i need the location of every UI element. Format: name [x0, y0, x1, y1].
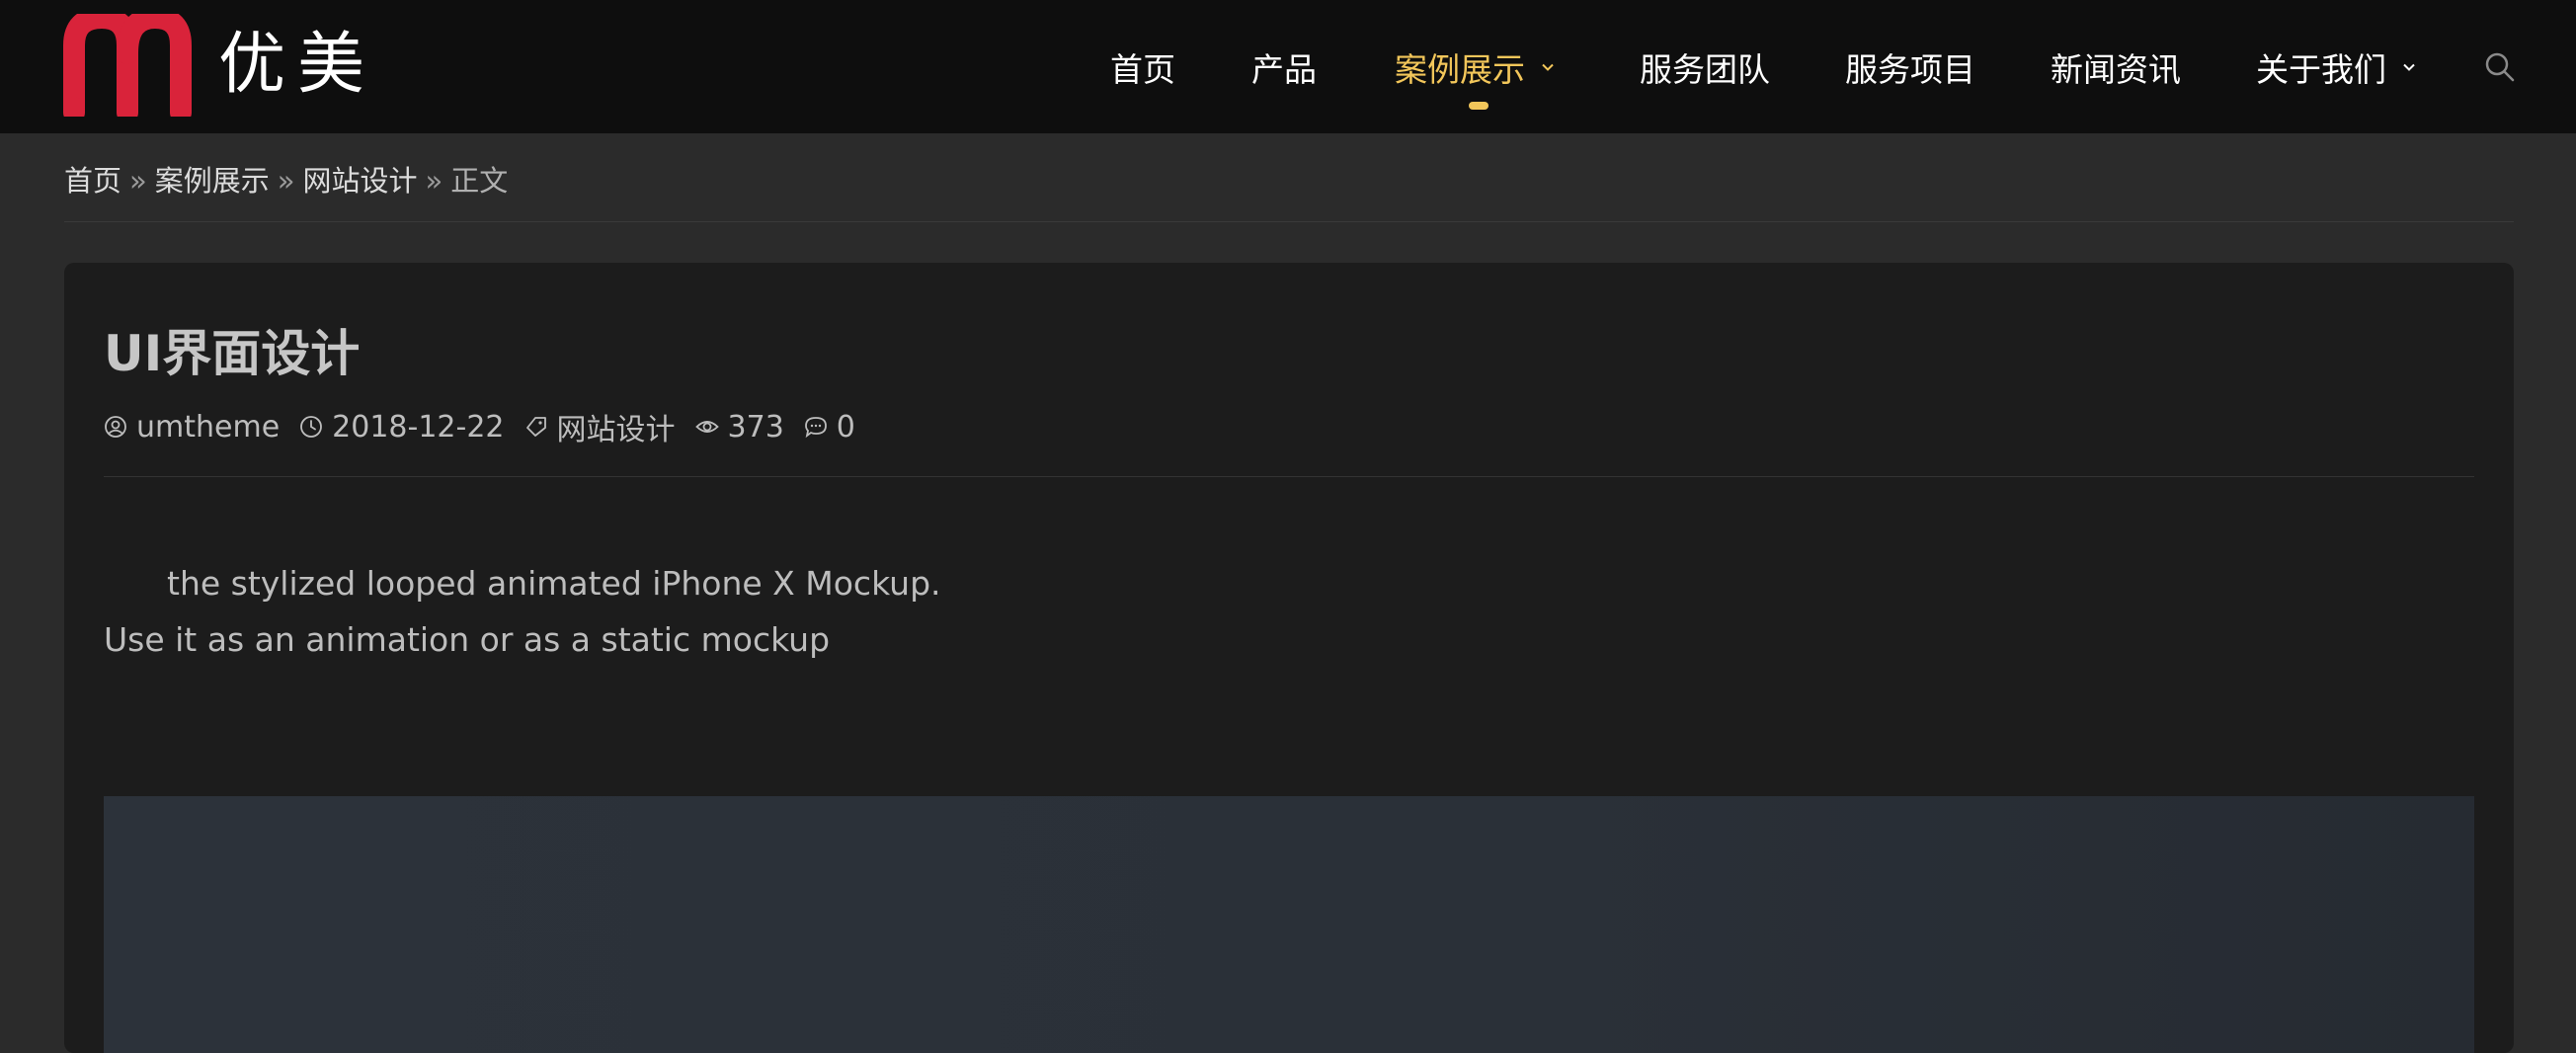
meta-views-count: 373: [727, 409, 784, 445]
meta-category[interactable]: 网站设计: [524, 405, 676, 448]
nav-item-services[interactable]: 服务项目: [1845, 0, 1975, 133]
nav-item-label: 产品: [1251, 49, 1317, 89]
post-paragraph: the stylized looped animated iPhone X Mo…: [167, 564, 941, 603]
post-image: [104, 796, 2474, 1053]
article-card: UI界面设计 umtheme 2018-12-22 网站设计 373 0 the…: [64, 263, 2514, 1053]
nav-item-label: 服务团队: [1640, 49, 1770, 89]
meta-comments[interactable]: 0: [804, 410, 855, 445]
nav-item-label: 服务项目: [1845, 49, 1975, 89]
clock-icon: [300, 416, 323, 438]
breadcrumb-current: 正文: [450, 164, 509, 198]
chevron-down-icon: [1542, 63, 1554, 71]
nav-item-team[interactable]: 服务团队: [1640, 0, 1770, 133]
meta-comments-count: 0: [836, 409, 855, 445]
active-nav-indicator: [1469, 102, 1489, 110]
meta-views: 373: [694, 409, 784, 445]
post-paragraph: Use it as an animation or as a static mo…: [104, 620, 831, 659]
comment-icon: [804, 417, 827, 439]
nav-item-label: 新闻资讯: [2051, 49, 2181, 89]
meta-author[interactable]: umtheme: [104, 410, 280, 445]
breadcrumb-separator: »: [129, 164, 147, 198]
nav-item-label: 首页: [1110, 49, 1175, 89]
breadcrumb-separator: »: [277, 164, 295, 198]
post-content: the stylized looped animated iPhone X Mo…: [104, 555, 941, 668]
breadcrumb-separator: »: [425, 164, 443, 198]
chevron-down-icon: [2403, 63, 2415, 71]
breadcrumb-link-cases[interactable]: 案例展示: [155, 164, 270, 198]
site-header: 优美 首页 产品 案例展示 服务团队 服务项目 新闻资讯 关于我们: [0, 0, 2576, 133]
nav-item-news[interactable]: 新闻资讯: [2051, 0, 2181, 133]
meta-date: 2018-12-22: [299, 409, 505, 445]
logo-text: 优美: [218, 26, 377, 104]
breadcrumb-link-home[interactable]: 首页: [64, 164, 121, 198]
tag-icon: [525, 417, 546, 437]
meta-author-name: umtheme: [136, 409, 281, 445]
nav-item-label: 关于我们: [2256, 49, 2386, 89]
nav-item-home[interactable]: 首页: [1110, 0, 1175, 133]
logo-mark-icon: [63, 14, 192, 117]
user-icon: [105, 416, 126, 438]
breadcrumb-divider: [64, 221, 2514, 222]
meta-date-value: 2018-12-22: [332, 409, 505, 445]
breadcrumb-link-category[interactable]: 网站设计: [303, 164, 418, 198]
post-title: UI界面设计: [104, 325, 361, 382]
site-logo[interactable]: 优美: [62, 14, 378, 117]
nav-item-products[interactable]: 产品: [1251, 0, 1317, 133]
eye-icon: [694, 421, 719, 433]
breadcrumb: 首页» 案例展示» 网站设计» 正文: [64, 158, 508, 200]
nav-item-cases[interactable]: 案例展示: [1395, 0, 1555, 133]
meta-divider: [104, 476, 2474, 477]
nav-item-about[interactable]: 关于我们: [2256, 0, 2416, 133]
search-icon[interactable]: [2484, 51, 2516, 83]
meta-category-name: 网站设计: [556, 413, 676, 447]
nav-item-label: 案例展示: [1395, 49, 1525, 89]
post-meta: umtheme 2018-12-22 网站设计 373 0: [104, 405, 875, 448]
